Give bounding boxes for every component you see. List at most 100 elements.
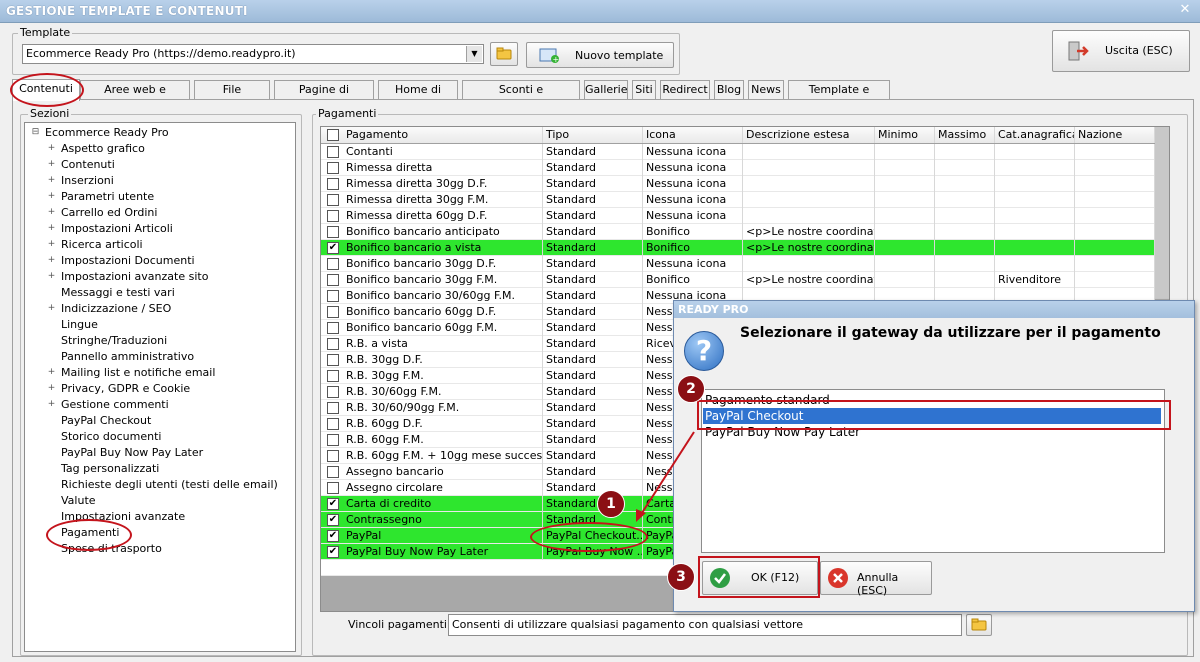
tab-redirect[interactable]: Redirect xyxy=(660,80,710,99)
expand-icon[interactable]: + xyxy=(47,240,56,249)
row-checkbox[interactable] xyxy=(327,274,339,286)
column-header[interactable]: Massimo xyxy=(935,127,995,143)
table-cell: Standard xyxy=(543,224,643,240)
row-checkbox[interactable]: ✔ xyxy=(327,242,339,254)
table-cell: Bonifico xyxy=(643,240,743,256)
row-checkbox[interactable] xyxy=(327,194,339,206)
svg-text:+: + xyxy=(553,55,560,64)
tab-news[interactable]: News xyxy=(748,80,784,99)
column-header[interactable]: Icona xyxy=(643,127,743,143)
select-all-checkbox[interactable] xyxy=(327,129,339,141)
tab-siti[interactable]: Siti xyxy=(632,80,656,99)
gateway-list[interactable]: Pagamento standard PayPal Checkout PayPa… xyxy=(701,389,1165,553)
row-checkbox[interactable] xyxy=(327,386,339,398)
table-cell xyxy=(935,160,995,176)
row-checkbox[interactable] xyxy=(327,370,339,382)
table-cell xyxy=(995,240,1075,256)
table-cell: <p>Le nostre coordinate xyxy=(743,272,875,288)
column-header[interactable]: Tipo xyxy=(543,127,643,143)
ok-button[interactable]: OK (F12) xyxy=(702,561,818,595)
sidebar-item-label: Mailing list e notifiche email xyxy=(61,366,216,379)
tab-file-aggiuntivi[interactable]: File aggiuntivi xyxy=(194,80,270,114)
tab-gallerie[interactable]: Gallerie xyxy=(584,80,628,99)
row-checkbox[interactable] xyxy=(327,226,339,238)
row-checkbox[interactable] xyxy=(327,210,339,222)
exit-button[interactable]: Uscita (ESC) xyxy=(1052,30,1190,72)
expand-icon[interactable]: + xyxy=(47,272,56,281)
open-folder-button[interactable] xyxy=(490,42,518,66)
row-checkbox[interactable]: ✔ xyxy=(327,514,339,526)
tab-home-marca[interactable]: Home di marca xyxy=(378,80,458,114)
table-cell xyxy=(935,256,995,272)
column-header[interactable]: Pagamento xyxy=(343,127,543,143)
collapse-icon[interactable]: ⊟ xyxy=(31,128,40,137)
row-checkbox[interactable] xyxy=(327,482,339,494)
table-cell xyxy=(1075,256,1155,272)
gateway-option-paypal-bnpl[interactable]: PayPal Buy Now Pay Later xyxy=(705,424,860,440)
grid-scrollbar[interactable] xyxy=(1155,127,1169,299)
table-cell: Bonifico bancario a vista xyxy=(343,240,543,256)
row-checkbox[interactable] xyxy=(327,290,339,302)
expand-icon[interactable]: + xyxy=(47,256,56,265)
expand-icon[interactable]: + xyxy=(47,208,56,217)
tab-contenuti[interactable]: Contenuti xyxy=(12,79,80,101)
sections-tree[interactable]: ⊟ Ecommerce Ready Pro + Aspetto grafico + C… xyxy=(24,122,296,652)
table-cell: Bonifico bancario 30gg D.F. xyxy=(343,256,543,272)
table-cell: Standard xyxy=(543,176,643,192)
row-checkbox[interactable] xyxy=(327,146,339,158)
expand-icon[interactable]: + xyxy=(47,176,56,185)
column-header[interactable]: Minimo xyxy=(875,127,935,143)
table-cell xyxy=(1075,192,1155,208)
row-checkbox[interactable] xyxy=(327,466,339,478)
expand-icon[interactable]: + xyxy=(47,384,56,393)
expand-icon[interactable]: + xyxy=(47,144,56,153)
row-checkbox[interactable] xyxy=(327,434,339,446)
template-group-label: Template xyxy=(18,26,73,39)
cancel-button[interactable]: Annulla (ESC) xyxy=(820,561,932,597)
expand-icon[interactable]: + xyxy=(47,304,56,313)
row-checkbox[interactable]: ✔ xyxy=(327,530,339,542)
row-checkbox[interactable] xyxy=(327,418,339,430)
template-select-value: Ecommerce Ready Pro (https://demo.readyp… xyxy=(26,47,296,60)
gateway-option-paypal-checkout[interactable]: PayPal Checkout xyxy=(703,408,1161,424)
expand-icon[interactable]: + xyxy=(47,160,56,169)
row-checkbox[interactable]: ✔ xyxy=(327,498,339,510)
tab-template-plugins[interactable]: Template e plugins xyxy=(788,80,890,114)
gateway-option-standard[interactable]: Pagamento standard xyxy=(705,392,830,408)
expand-icon[interactable]: + xyxy=(47,400,56,409)
row-checkbox[interactable] xyxy=(327,338,339,350)
column-header[interactable]: Cat.anagrafica xyxy=(995,127,1075,143)
row-checkbox[interactable] xyxy=(327,162,339,174)
template-select[interactable]: Ecommerce Ready Pro (https://demo.readyp… xyxy=(22,44,484,64)
tab-pagine-contenuti[interactable]: Pagine di contenuti xyxy=(274,80,374,114)
constraints-field[interactable]: Consenti di utilizzare qualsiasi pagamen… xyxy=(448,614,962,636)
row-checkbox[interactable]: ✔ xyxy=(327,546,339,558)
column-header[interactable]: Nazione xyxy=(1075,127,1155,143)
column-header[interactable]: Descrizione estesa xyxy=(743,127,875,143)
row-checkbox[interactable] xyxy=(327,354,339,366)
expand-icon[interactable]: + xyxy=(47,224,56,233)
tab-aree-web[interactable]: Aree web e categorie xyxy=(80,80,190,114)
expand-icon[interactable]: + xyxy=(47,368,56,377)
table-cell xyxy=(875,192,935,208)
row-checkbox[interactable] xyxy=(327,258,339,270)
table-cell: Standard xyxy=(543,304,643,320)
row-checkbox[interactable] xyxy=(327,402,339,414)
question-icon: ? xyxy=(684,331,724,371)
table-cell: Standard xyxy=(543,352,643,368)
table-cell: Assegno bancario xyxy=(343,464,543,480)
chevron-down-icon[interactable]: ▼ xyxy=(466,46,482,62)
table-cell: Bonifico bancario 30gg F.M. xyxy=(343,272,543,288)
table-cell xyxy=(743,176,875,192)
constraints-folder-button[interactable] xyxy=(966,614,992,636)
row-checkbox[interactable] xyxy=(327,450,339,462)
tab-sconti[interactable]: Sconti e maggiorazioni xyxy=(462,80,580,114)
close-icon[interactable]: ✕ xyxy=(1176,2,1194,18)
tab-blog[interactable]: Blog xyxy=(714,80,744,99)
expand-icon[interactable]: + xyxy=(47,192,56,201)
new-template-button[interactable]: + Nuovo template xyxy=(526,42,674,68)
row-checkbox[interactable] xyxy=(327,322,339,334)
row-checkbox[interactable] xyxy=(327,306,339,318)
row-checkbox[interactable] xyxy=(327,178,339,190)
sidebar-item-label: Pannello amministrativo xyxy=(61,350,195,363)
